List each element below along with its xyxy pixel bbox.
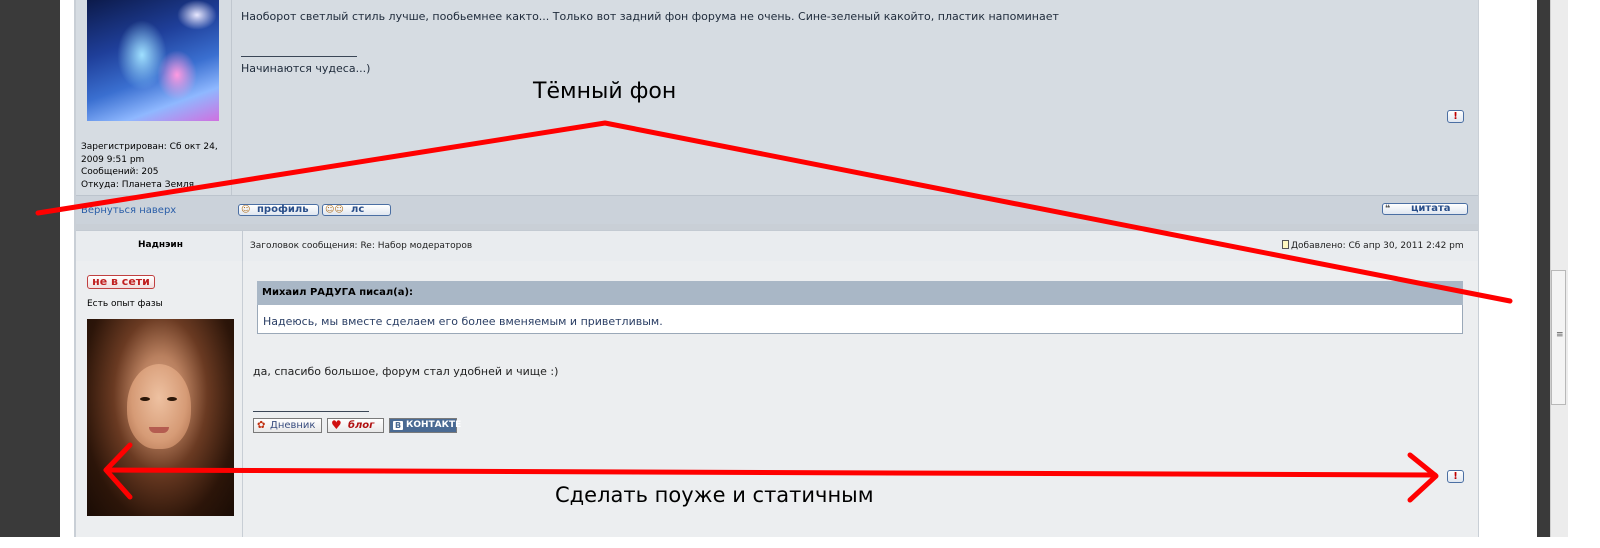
narrower-arrow-shaft xyxy=(105,467,1438,478)
narrower-arrow-right-head xyxy=(1407,452,1439,503)
annotation-make-narrower: Сделать поуже и статичным xyxy=(555,483,874,507)
annotation-dark-background: Тёмный фон xyxy=(533,79,677,104)
annotation-overlay xyxy=(35,120,1513,503)
dark-bg-arrow-line xyxy=(35,120,1513,304)
bottom-edge xyxy=(0,537,1600,548)
